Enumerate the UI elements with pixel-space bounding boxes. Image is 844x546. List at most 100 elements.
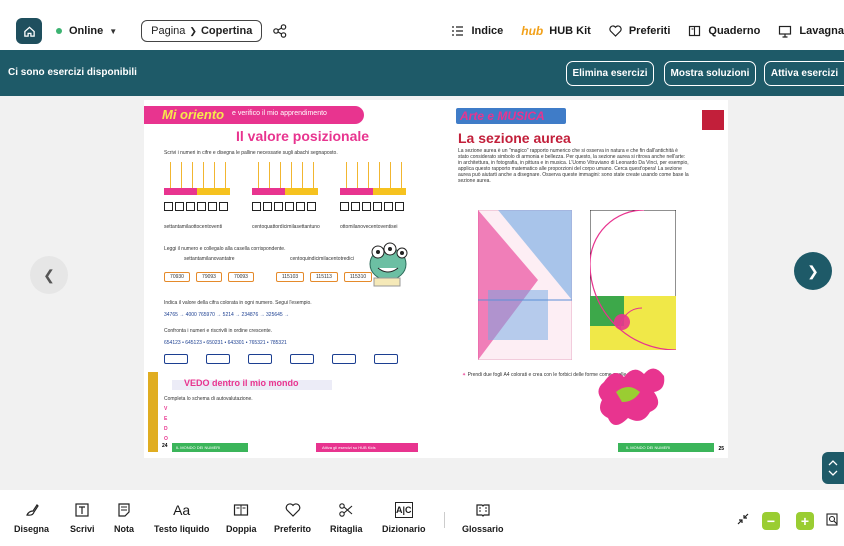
number-box[interactable]: 115113 (310, 272, 338, 282)
status-label: Online (69, 25, 104, 37)
delete-exercises-button[interactable]: Elimina esercizi (566, 61, 654, 86)
vedo-title: VEDO dentro il mio mondo (184, 378, 299, 388)
number-box[interactable]: 70930 (164, 272, 190, 282)
tool-testo-liquido[interactable]: Aa Testo liquido (154, 502, 209, 534)
zoom-in-button[interactable]: + (796, 512, 814, 530)
vedo-section: VEDO dentro il mio mondo (172, 378, 332, 392)
vedo-subtitle: Completa lo schema di autovalutazione. (164, 396, 253, 402)
online-indicator (56, 28, 62, 34)
tool-nota[interactable]: Nota (114, 502, 134, 534)
pen-icon (25, 504, 39, 516)
left-page-number: 24 (162, 443, 168, 449)
answer-box[interactable] (374, 354, 398, 364)
vedo-letter: V (164, 406, 168, 412)
exercise-3-text: Indica il valore della cifra colorata in… (164, 300, 312, 306)
right-page-header: Arte e MUSICA (452, 106, 572, 126)
exercise-3-line: 34765 → 4000 765970 → 5214 → 234876 → 32… (164, 312, 290, 318)
nav-preferiti[interactable]: Preferiti (609, 25, 670, 37)
expand-vertical-icon (828, 460, 838, 476)
bottom-toolbar: Disegna Scrivi Nota Aa Testo liquido Dop… (0, 494, 844, 546)
tool-disegna[interactable]: Disegna (14, 502, 49, 534)
hub-kit-logo: hub (521, 24, 544, 38)
status-dropdown[interactable]: Online ▼ (56, 25, 117, 37)
tool-ritaglia[interactable]: Ritaglia (330, 502, 363, 534)
golden-ratio-figure-1 (478, 210, 572, 360)
abaco (164, 162, 230, 222)
zoom-search-icon[interactable] (826, 512, 840, 528)
number-box[interactable]: 115103 (276, 272, 304, 282)
tool-preferito[interactable]: Preferito (274, 502, 311, 534)
activate-exercises-button[interactable]: Attiva esercizi (764, 61, 844, 86)
nav-indice-label: Indice (471, 25, 504, 37)
dictionary-icon: A|C (394, 502, 413, 518)
right-page-number: 25 (718, 446, 724, 452)
publisher-logo (702, 110, 724, 130)
breadcrumb-section: Pagina (151, 25, 186, 37)
number-box[interactable]: 70093 (228, 272, 254, 282)
answer-box[interactable] (206, 354, 230, 364)
tool-glossario[interactable]: Glossario (462, 502, 504, 534)
nav-lavagna[interactable]: Lavagna (778, 25, 844, 38)
tool-label: Nota (114, 524, 134, 534)
exercise-2-text: Leggi il numero e collegalo alla casella… (164, 246, 286, 252)
answer-box[interactable] (248, 354, 272, 364)
right-page[interactable]: Arte e MUSICA La sezione aurea La sezion… (434, 100, 728, 458)
home-button[interactable] (16, 18, 42, 44)
exercise-1-text: Scrivi i numeri in cifre e disegna le pa… (164, 150, 338, 156)
font-icon: Aa (173, 502, 191, 518)
book-reader: ❮ ❯ Mi oriento e verifico il mio apprend… (0, 96, 844, 490)
list-icon (452, 26, 464, 36)
minus-icon: − (766, 513, 776, 529)
side-panel-tab[interactable] (822, 452, 844, 484)
left-page-footer: 24 IL MONDO DEI NUMERI Attiva gli eserci… (144, 443, 434, 452)
answer-box[interactable] (164, 354, 188, 364)
left-page-side-strip (148, 372, 158, 452)
right-page-body: La sezione aurea è un "magico" rapporto … (458, 148, 689, 184)
hub-kids-footer[interactable]: Attiva gli esercizi su HUB Kids (316, 443, 418, 452)
nav-indice[interactable]: Indice (451, 25, 503, 37)
answer-box[interactable] (290, 354, 314, 364)
breadcrumb[interactable]: Pagina ❯ Copertina (141, 20, 263, 42)
next-page-button[interactable]: ❯ (794, 252, 832, 290)
nav-hub-kit[interactable]: hub HUB Kit (521, 24, 591, 38)
tool-label: Dizionario (382, 524, 426, 534)
previous-page-button[interactable]: ❮ (30, 256, 68, 294)
right-page-header-text: Arte e MUSICA (460, 109, 545, 123)
tool-label: Preferito (274, 524, 312, 534)
share-icon[interactable] (272, 23, 288, 39)
tool-doppia[interactable]: Doppia (226, 502, 257, 534)
tool-scrivi[interactable]: Scrivi (70, 502, 95, 534)
abaco (252, 162, 318, 222)
tool-label: Disegna (14, 524, 50, 534)
abaco-label: centoquattordicimilasettantuno (252, 224, 320, 230)
exercise-2-word: centoquindicimilacentotredici (290, 256, 354, 262)
vedo-letter: D (164, 426, 168, 432)
tool-dizionario[interactable]: A|C Dizionario (382, 502, 426, 534)
tool-label: Testo liquido (154, 524, 210, 534)
scissors-icon (339, 503, 353, 517)
answer-box[interactable] (332, 354, 356, 364)
whiteboard-icon (779, 25, 792, 38)
zoom-out-button[interactable]: − (762, 512, 780, 530)
heart-icon (609, 25, 622, 37)
collapse-icon[interactable] (736, 512, 750, 526)
top-nav: Indice hub HUB Kit Preferiti Quaderno La… (433, 12, 844, 50)
plus-icon: + (800, 513, 810, 529)
nav-quaderno-label: Quaderno (708, 25, 761, 37)
show-solutions-button[interactable]: Mostra soluzioni (664, 61, 756, 86)
nav-quaderno[interactable]: Quaderno (688, 25, 760, 37)
abaco (340, 162, 406, 222)
left-page-header-sub: e verifico il mio apprendimento (232, 110, 327, 117)
right-page-title: La sezione aurea (458, 130, 571, 146)
number-box[interactable]: 79093 (196, 272, 222, 282)
top-bar: Online ▼ Pagina ❯ Copertina Indice hub H… (8, 12, 844, 50)
exercise-4-line: 654123 • 645123 • 650231 • 643301 • 7653… (164, 340, 287, 346)
exercise-4-text: Confronta i numeri e riscrivili in ordin… (164, 328, 273, 334)
text-box-icon (75, 503, 89, 517)
abaco-label: ottomilanovecentoventisei (340, 224, 398, 230)
left-footer-label: IL MONDO DEI NUMERI (172, 443, 248, 452)
left-page[interactable]: Mi oriento e verifico il mio apprendimen… (144, 100, 434, 458)
tool-label: Ritaglia (330, 524, 363, 534)
tool-label: Doppia (226, 524, 257, 534)
chevron-down-icon: ▼ (109, 26, 118, 36)
